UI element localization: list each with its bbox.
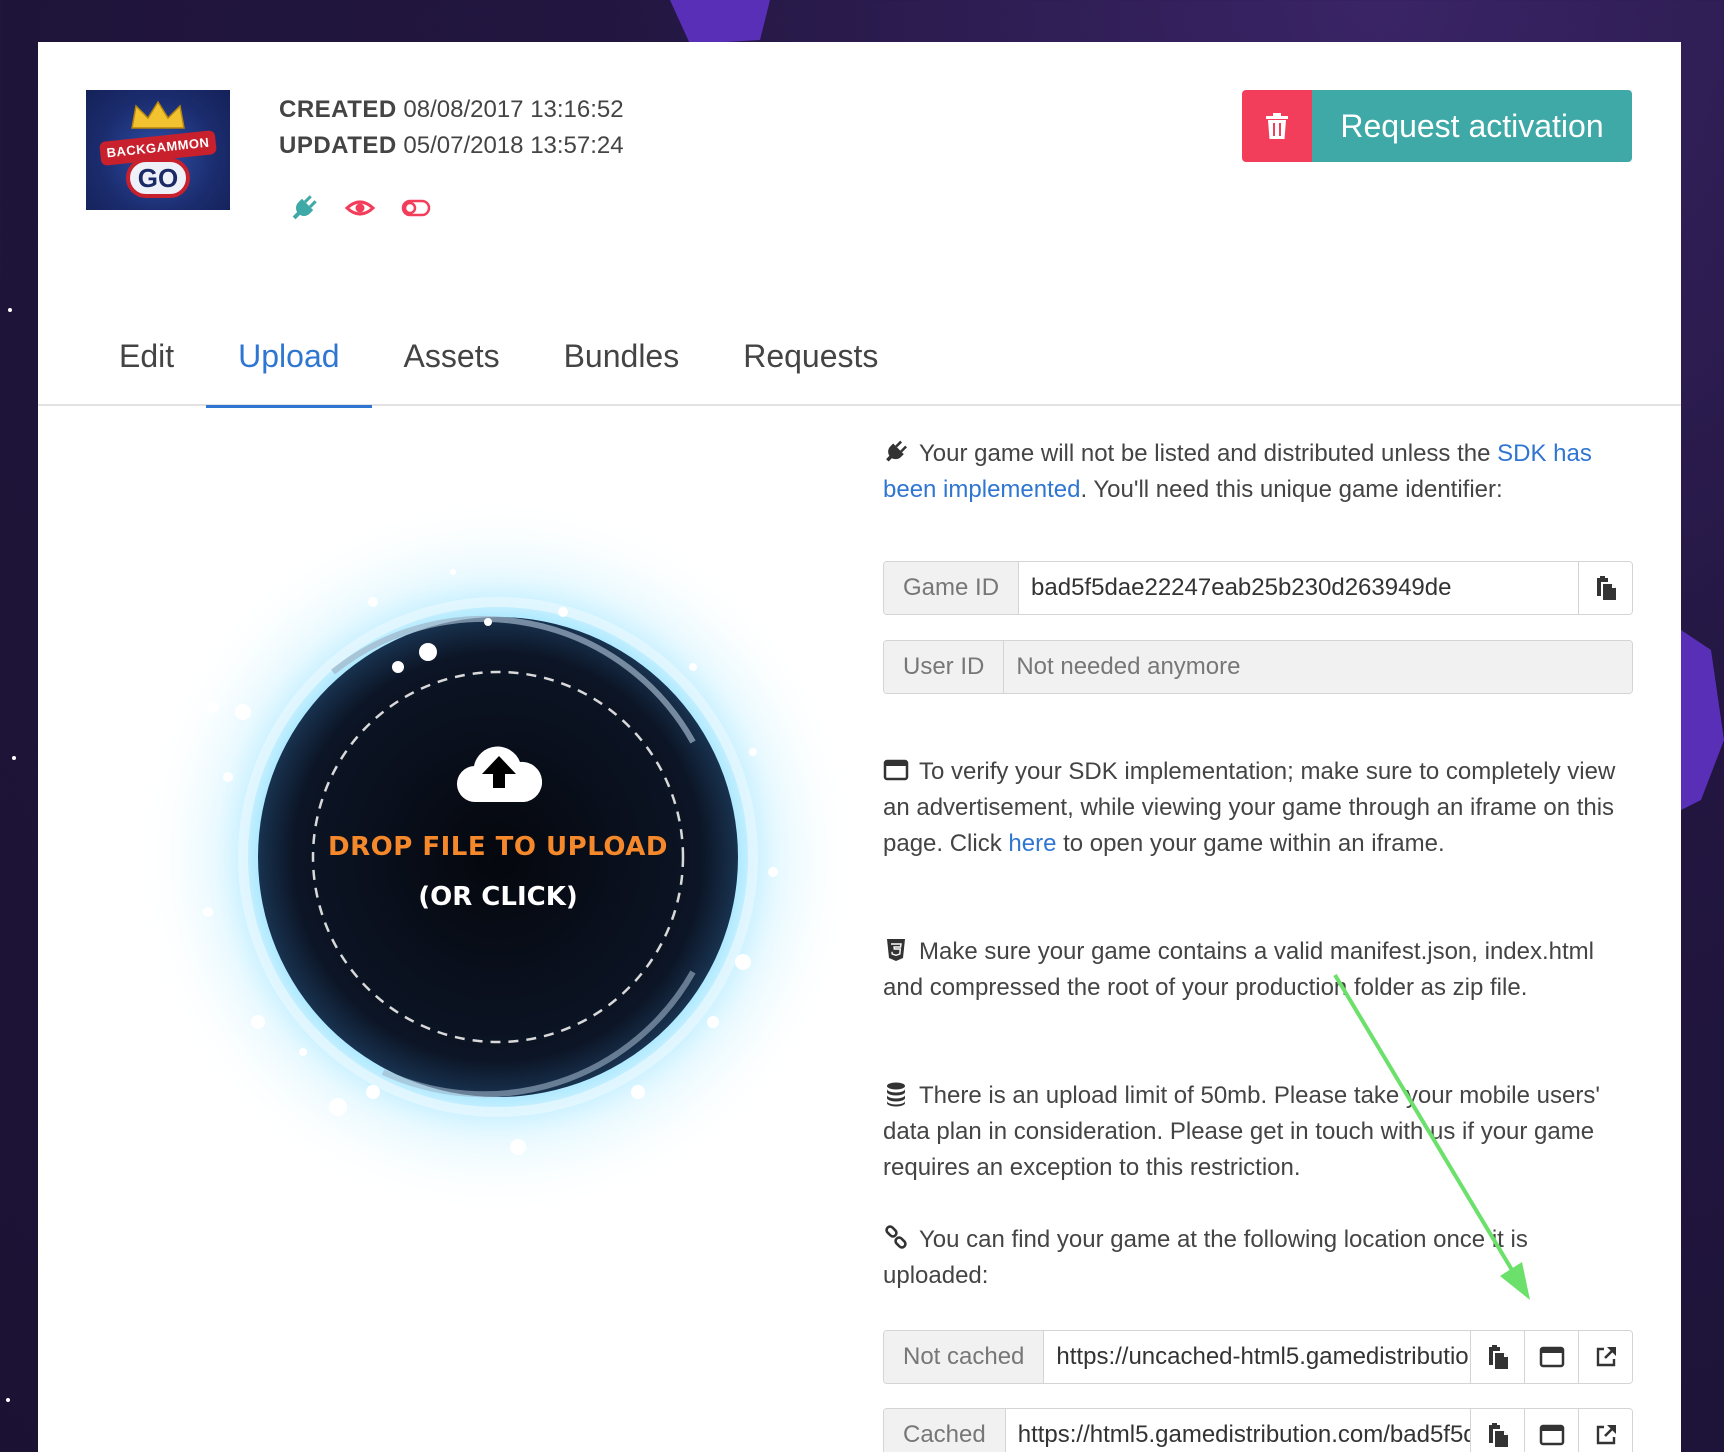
game-id-group: Game ID bad5f5dae22247eab25b230d263949de bbox=[883, 561, 1633, 615]
database-icon bbox=[887, 1082, 905, 1107]
not-cached-label: Not cached bbox=[884, 1331, 1045, 1383]
tab-edit[interactable]: Edit bbox=[87, 306, 206, 406]
manifest-notice: Make sure your game contains a valid man… bbox=[883, 934, 1623, 1006]
file-dropzone[interactable]: DROP FILE TO UPLOAD (OR CLICK) bbox=[133, 492, 863, 1222]
limit-notice: There is an upload limit of 50mb. Please… bbox=[883, 1078, 1623, 1186]
tab-bundles[interactable]: Bundles bbox=[532, 306, 712, 406]
background-star bbox=[8, 308, 12, 312]
open-not-cached-in-iframe-button[interactable] bbox=[1524, 1331, 1578, 1383]
game-id-label: Game ID bbox=[884, 562, 1020, 614]
created-value: 08/08/2017 13:16:52 bbox=[403, 96, 624, 123]
open-iframe-link[interactable]: here bbox=[1008, 830, 1056, 857]
user-id-group: User ID Not needed anymore bbox=[883, 640, 1633, 694]
copy-icon bbox=[1488, 1423, 1508, 1447]
sdk-notice: Your game will not be listed and distrib… bbox=[883, 436, 1623, 508]
open-not-cached-new-tab-button[interactable] bbox=[1578, 1331, 1632, 1383]
user-id-label: User ID bbox=[884, 641, 1005, 693]
copy-icon bbox=[1488, 1345, 1508, 1369]
thumbnail-logo-text: GO bbox=[126, 158, 190, 198]
copy-not-cached-url-button[interactable] bbox=[1470, 1331, 1524, 1383]
user-id-field: Not needed anymore bbox=[1004, 641, 1632, 693]
eye-icon bbox=[344, 192, 376, 224]
verify-notice: To verify your SDK implementation; make … bbox=[883, 754, 1623, 862]
toggle-icon bbox=[400, 192, 432, 224]
delete-button[interactable] bbox=[1242, 90, 1312, 162]
limit-notice-text: There is an upload limit of 50mb. Please… bbox=[883, 1082, 1600, 1181]
copy-game-id-button[interactable] bbox=[1578, 562, 1632, 614]
tab-assets[interactable]: Assets bbox=[372, 306, 532, 406]
open-cached-in-iframe-button[interactable] bbox=[1524, 1409, 1578, 1452]
tab-bar: Edit Upload Assets Bundles Requests bbox=[38, 306, 1681, 408]
dropzone-subtitle: (OR CLICK) bbox=[418, 882, 578, 912]
crown-icon bbox=[131, 100, 185, 129]
updated-row: UPDATED 05/07/2018 13:57:24 bbox=[279, 128, 624, 164]
dropzone-title: DROP FILE TO UPLOAD bbox=[328, 832, 668, 862]
plug-icon bbox=[886, 440, 907, 462]
not-cached-url-field[interactable]: https://uncached-html5.gamedistribution.… bbox=[1044, 1331, 1470, 1383]
background-shard-right bbox=[1681, 630, 1724, 810]
game-thumbnail: BACKGAMMON GO bbox=[86, 90, 230, 210]
tab-requests[interactable]: Requests bbox=[711, 306, 910, 406]
window-icon bbox=[1539, 1346, 1564, 1368]
external-link-icon bbox=[1596, 1347, 1616, 1367]
window-icon bbox=[1539, 1424, 1564, 1446]
updated-value: 05/07/2018 13:57:24 bbox=[403, 132, 624, 159]
window-icon bbox=[883, 759, 909, 781]
external-link-icon bbox=[1596, 1425, 1616, 1445]
cached-url-group: Cached https://html5.gamedistribution.co… bbox=[883, 1408, 1633, 1452]
not-cached-url-group: Not cached https://uncached-html5.gamedi… bbox=[883, 1330, 1633, 1384]
link-icon bbox=[885, 1225, 907, 1249]
cached-label: Cached bbox=[884, 1409, 1006, 1452]
game-timestamps: CREATED 08/08/2017 13:16:52 UPDATED 05/0… bbox=[279, 92, 624, 164]
background-star bbox=[12, 756, 16, 760]
copy-cached-url-button[interactable] bbox=[1470, 1409, 1524, 1452]
sdk-notice-text-2: . You'll need this unique game identifie… bbox=[1080, 476, 1503, 503]
created-label: CREATED bbox=[279, 96, 397, 123]
open-cached-new-tab-button[interactable] bbox=[1578, 1409, 1632, 1452]
game-id-field[interactable]: bad5f5dae22247eab25b230d263949de bbox=[1019, 562, 1578, 614]
game-detail-card: BACKGAMMON GO CREATED 08/08/2017 13:16:5… bbox=[38, 42, 1681, 1452]
updated-label: UPDATED bbox=[279, 132, 397, 159]
html5-icon bbox=[887, 939, 905, 961]
request-activation-group: Request activation bbox=[1242, 90, 1632, 162]
cached-url-field[interactable]: https://html5.gamedistribution.com/bad5f… bbox=[1006, 1409, 1470, 1452]
cloud-upload-icon bbox=[456, 746, 542, 803]
status-icons bbox=[288, 192, 432, 224]
sdk-notice-text-1: Your game will not be listed and distrib… bbox=[919, 440, 1498, 467]
request-activation-button[interactable]: Request activation bbox=[1312, 90, 1632, 162]
trash-icon bbox=[1266, 113, 1288, 139]
plug-icon bbox=[288, 192, 320, 224]
tab-upload[interactable]: Upload bbox=[206, 306, 372, 408]
background-shard-top bbox=[670, 0, 770, 44]
location-notice-text: You can find your game at the following … bbox=[883, 1226, 1528, 1289]
background-star bbox=[6, 1398, 10, 1402]
manifest-notice-text: Make sure your game contains a valid man… bbox=[883, 938, 1594, 1001]
verify-notice-text-2: to open your game within an iframe. bbox=[1056, 830, 1445, 857]
created-row: CREATED 08/08/2017 13:16:52 bbox=[279, 92, 624, 128]
location-notice: You can find your game at the following … bbox=[883, 1222, 1623, 1294]
copy-icon bbox=[1596, 576, 1616, 600]
